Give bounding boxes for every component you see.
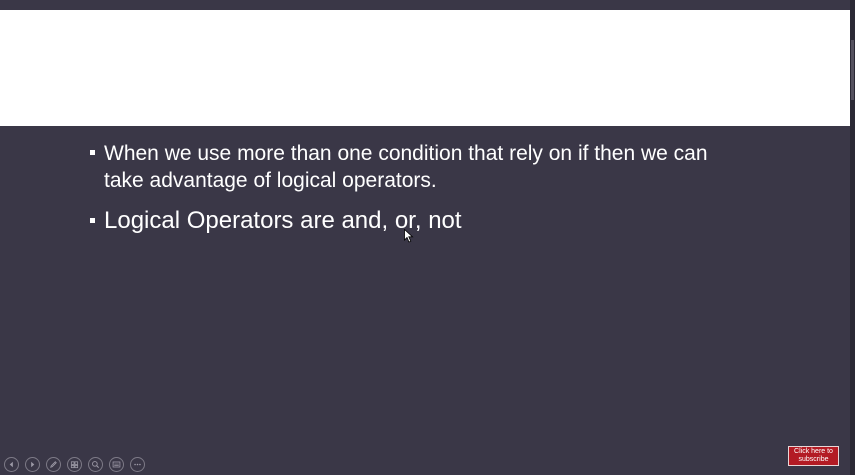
subscribe-line-1: Click here to [794, 448, 833, 455]
bullet-text: When we use more than one condition that… [104, 142, 708, 192]
previous-icon[interactable] [4, 457, 19, 472]
slides-icon[interactable] [67, 457, 82, 472]
subscribe-line-2: subscribe [798, 456, 829, 463]
pen-icon[interactable] [46, 457, 61, 472]
mouse-pointer-icon [404, 229, 414, 243]
slideshow-controls [4, 457, 145, 472]
scrollbar[interactable] [850, 0, 855, 475]
more-options-icon[interactable] [130, 457, 145, 472]
bullet-item: When we use more than one condition that… [90, 140, 750, 194]
next-icon[interactable] [25, 457, 40, 472]
bullet-item: Logical Operators are and, or, not [90, 206, 750, 236]
top-strip [0, 0, 855, 10]
bullet-marker-icon [90, 150, 95, 155]
slide-title-band [0, 10, 850, 126]
slide-bullet-list: When we use more than one condition that… [90, 140, 750, 236]
scrollbar-thumb[interactable] [851, 40, 854, 100]
presentation-screen: When we use more than one condition that… [0, 0, 855, 475]
subtitles-icon[interactable] [109, 457, 124, 472]
subscribe-button[interactable]: Click here to subscribe [788, 446, 839, 466]
zoom-icon[interactable] [88, 457, 103, 472]
bullet-marker-icon [90, 218, 95, 223]
